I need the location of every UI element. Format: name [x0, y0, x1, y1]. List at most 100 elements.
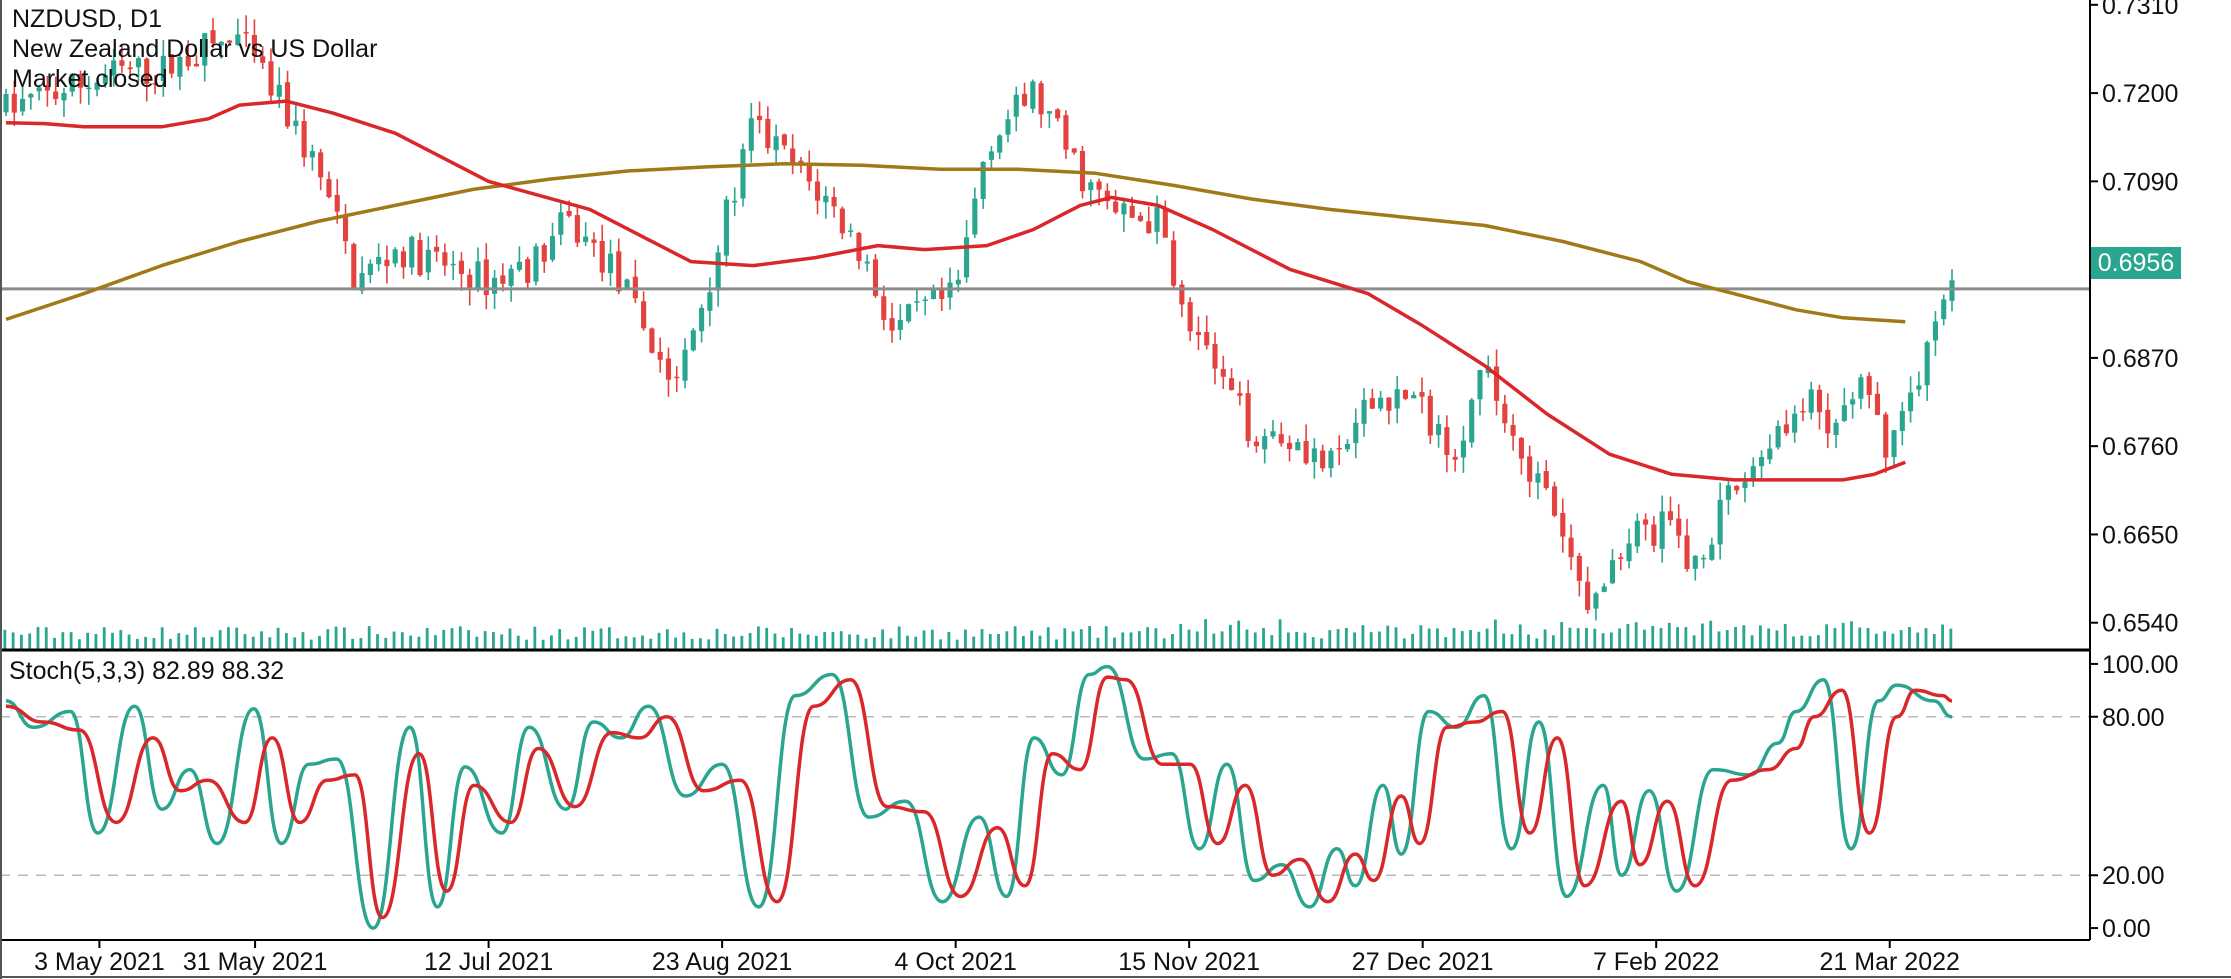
volume-bar: [533, 626, 537, 650]
chart-window[interactable]: 0.73100.72000.70900.69800.68700.67600.66…: [0, 0, 2231, 979]
candle-body: [1899, 410, 1905, 432]
volume-bar: [1452, 628, 1456, 650]
candle-body: [773, 136, 779, 151]
candle-body: [1328, 450, 1334, 469]
volume-bar: [1460, 631, 1464, 650]
volume-bar: [781, 637, 785, 650]
volume-bar: [1419, 625, 1423, 650]
candle-body: [988, 151, 994, 160]
candle-body: [1709, 544, 1715, 560]
volume-bar: [1187, 629, 1191, 650]
volume-bar: [1469, 630, 1472, 650]
volume-bar: [1278, 619, 1282, 650]
stoch-tick-label: 20.00: [2102, 862, 2165, 890]
volume-bar: [1601, 633, 1605, 650]
volume-bar: [1253, 632, 1257, 650]
volume-bar: [525, 639, 528, 650]
volume-bar: [541, 639, 545, 650]
price-tick-label: 0.6540: [2102, 610, 2178, 638]
candle-body: [367, 263, 373, 276]
candle-body: [1055, 109, 1061, 119]
candle-body: [1245, 393, 1251, 442]
volume-bar: [773, 633, 777, 650]
date-tick-label: 15 Nov 2021: [1118, 948, 1260, 976]
candle-body: [1436, 424, 1442, 435]
candle-body: [607, 253, 614, 274]
candle-body: [1858, 377, 1864, 399]
candle-body: [1551, 486, 1558, 516]
candle-body: [1361, 399, 1367, 424]
candle-body: [1162, 208, 1168, 238]
candle-body: [1932, 321, 1938, 341]
market-status: Market closed: [12, 65, 168, 93]
candle-body: [732, 200, 738, 203]
candle-body: [1792, 413, 1798, 433]
date-tick-label: 4 Oct 2021: [894, 948, 1016, 976]
volume-bar: [848, 634, 851, 650]
volume-bar: [1775, 630, 1779, 650]
volume-bar: [1932, 634, 1936, 650]
candle-body: [1046, 111, 1052, 114]
volume-bar: [1783, 624, 1787, 650]
volume-bar: [806, 634, 810, 650]
volume-bar: [450, 628, 454, 650]
volume-bar: [409, 635, 413, 650]
volume-bar: [1701, 623, 1704, 650]
volume-bar: [1154, 628, 1158, 650]
chart-canvas[interactable]: 0.73100.72000.70900.69800.68700.67600.66…: [0, 0, 2231, 979]
candle-body: [682, 349, 688, 381]
volume-bar: [872, 637, 876, 650]
volume-bar: [28, 633, 32, 650]
candle-body: [1096, 181, 1102, 190]
volume-bar: [566, 639, 570, 650]
candle-body: [1941, 299, 1947, 320]
volume-bar: [947, 632, 951, 650]
volume-bar: [1361, 625, 1365, 650]
candle-body: [1278, 434, 1284, 444]
volume-bar: [1941, 624, 1944, 650]
volume-bar: [243, 634, 247, 650]
volume-bar: [1841, 622, 1845, 650]
candle-body: [1411, 395, 1417, 399]
candle-body: [1113, 201, 1119, 213]
candle-body: [1220, 368, 1226, 377]
volume-bar: [682, 632, 686, 650]
volume-bar: [1634, 622, 1638, 650]
candle-body: [533, 246, 539, 282]
candle-body: [508, 268, 514, 286]
candle-body: [61, 93, 67, 101]
volume-bar: [1750, 635, 1754, 650]
volume-bar: [1485, 628, 1489, 650]
candle-body: [276, 84, 282, 97]
volume-bar: [1518, 624, 1522, 650]
volume-bar: [1245, 629, 1249, 650]
candle-body: [980, 161, 986, 199]
volume-bar: [483, 631, 487, 650]
candle-body: [641, 301, 647, 329]
volume-bar: [384, 637, 388, 650]
volume-bar: [765, 627, 769, 650]
candle-body: [1518, 437, 1524, 459]
volume-bar: [1858, 627, 1862, 650]
volume-bar: [1088, 626, 1092, 650]
volume-bar: [1179, 624, 1183, 650]
candle-body: [417, 240, 423, 276]
volume-bar: [1402, 638, 1406, 650]
volume-bar: [1742, 625, 1746, 650]
candle-body: [425, 249, 431, 273]
volume-bar: [169, 638, 172, 650]
volume-bar: [1502, 633, 1506, 650]
candle-body: [1419, 392, 1425, 397]
volume-bar: [964, 629, 967, 650]
volume-bar: [715, 628, 719, 650]
stoch-tick-label: 100.00: [2102, 651, 2178, 679]
volume-bar: [1543, 629, 1547, 650]
candle-body: [997, 135, 1003, 153]
stochastic-indicator-label: Stoch(5,3,3) 82.89 88.32: [9, 657, 285, 685]
candle-body: [1030, 81, 1036, 109]
candle-body: [972, 198, 978, 235]
candle-body: [392, 249, 398, 264]
volume-bar: [632, 637, 636, 650]
chart-symbol-title: NZDUSD, D1: [12, 5, 163, 33]
date-tick-label: 27 Dec 2021: [1352, 948, 1494, 976]
